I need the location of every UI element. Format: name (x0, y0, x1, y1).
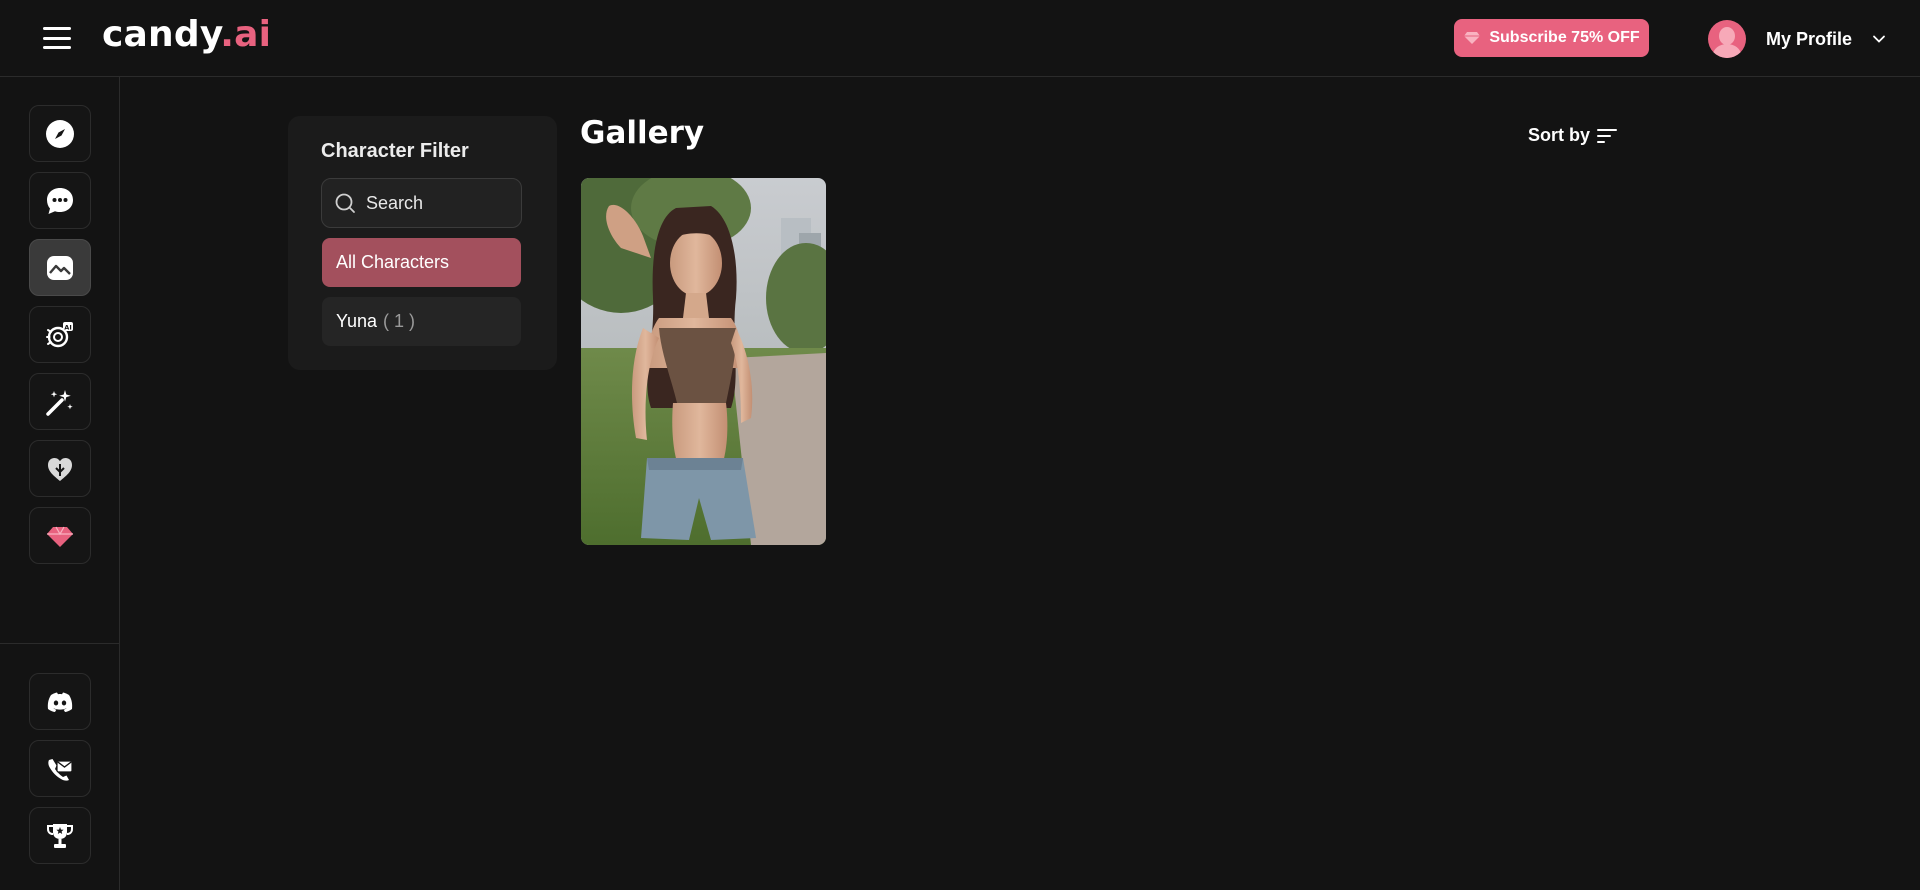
filter-item-label: All Characters (336, 252, 450, 272)
sidebar-item-leaderboard[interactable] (29, 807, 91, 864)
chat-icon (47, 187, 73, 214)
sidebar-item-chat[interactable] (29, 172, 91, 229)
magic-wand-icon (46, 389, 73, 416)
subscribe-label: Subscribe 75% OFF (1489, 29, 1640, 46)
compass-icon (46, 119, 74, 148)
profile-menu[interactable]: My Profile (1708, 19, 1886, 59)
page-title: Gallery (580, 115, 705, 151)
discord-icon (47, 692, 73, 712)
character-filter-panel: Character Filter All Characters Yuna ( 1… (288, 116, 557, 370)
subscribe-button[interactable]: Subscribe 75% OFF (1454, 19, 1649, 57)
gallery-icon (47, 255, 73, 280)
chevron-down-icon (1873, 35, 1885, 43)
search-box[interactable] (321, 178, 522, 228)
sidebar-item-explore[interactable] (29, 105, 91, 162)
gallery-image-card[interactable] (581, 178, 826, 545)
filter-item-yuna[interactable]: Yuna ( 1 ) (322, 297, 521, 346)
filter-item-label: Yuna (336, 311, 378, 331)
heart-icon (48, 457, 72, 481)
sort-by-label: Sort by (1528, 125, 1591, 145)
sidebar-item-my-ai[interactable] (29, 440, 91, 497)
search-icon (335, 193, 355, 213)
avatar (1708, 20, 1746, 58)
sidebar-item-generate[interactable] (29, 373, 91, 430)
sidebar-item-contact[interactable] (29, 740, 91, 797)
sidebar: AI (0, 77, 120, 890)
profile-label: My Profile (1766, 28, 1853, 49)
logo[interactable]: candy.ai (102, 14, 271, 55)
logo-text: candy (102, 14, 221, 55)
menu-icon[interactable] (43, 27, 71, 49)
premium-diamond-icon (47, 526, 73, 547)
sidebar-item-discord[interactable] (29, 673, 91, 730)
filter-item-count: ( 1 ) (383, 311, 416, 331)
sort-icon (1597, 128, 1618, 143)
filter-item-all-characters[interactable]: All Characters (322, 238, 521, 287)
logo-accent-text: .ai (220, 14, 272, 55)
ai-character-icon: AI (46, 321, 73, 347)
trophy-icon (47, 823, 73, 848)
contact-mail-icon (48, 758, 73, 781)
search-input[interactable] (366, 192, 506, 214)
sidebar-item-gallery[interactable] (29, 239, 91, 296)
svg-text:AI: AI (64, 323, 71, 331)
diamond-icon (1464, 32, 1481, 44)
sort-by-button[interactable]: Sort by (1528, 125, 1618, 146)
sidebar-divider (0, 643, 120, 644)
top-header: candy.ai Subscribe 75% OFF My Profile (0, 0, 1920, 77)
filter-title: Character Filter (321, 140, 469, 162)
sidebar-item-create-character[interactable]: AI (29, 306, 91, 363)
gallery-photo (581, 178, 826, 545)
sidebar-item-premium[interactable] (29, 507, 91, 564)
